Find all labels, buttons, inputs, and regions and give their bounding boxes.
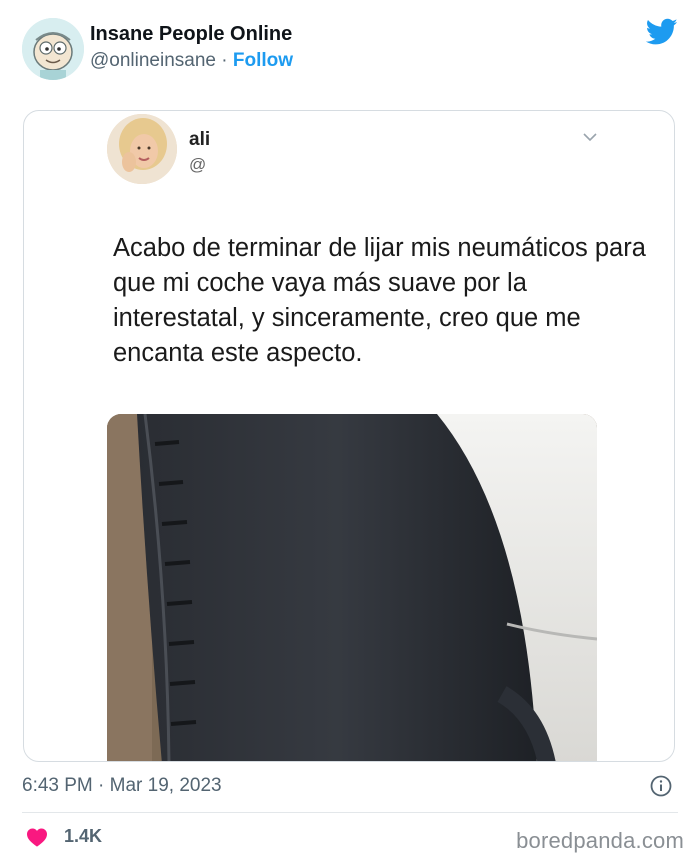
chevron-down-icon[interactable]	[582, 131, 598, 143]
embedded-tweet-avatar[interactable]	[107, 114, 177, 184]
boredpanda-watermark: boredpanda.com	[516, 828, 684, 853]
person-photo-icon	[107, 114, 177, 184]
cartoon-face-icon	[22, 18, 84, 80]
account-handle[interactable]: @onlineinsane	[90, 50, 216, 71]
embedded-tweet-card[interactable]: ali @ Acabo de terminar de lijar mis neu…	[23, 110, 675, 762]
tweet-timestamp[interactable]: 6:43 PM · Mar 19, 2023	[22, 775, 222, 797]
embedded-tweet-handle[interactable]: @	[189, 155, 206, 175]
heart-icon[interactable]	[26, 827, 48, 847]
tire-photo[interactable]	[107, 414, 597, 761]
separator: ·	[216, 50, 233, 71]
info-icon[interactable]	[650, 775, 672, 797]
account-display-name[interactable]: Insane People Online	[90, 23, 292, 46]
like-count[interactable]: 1.4K	[64, 826, 102, 847]
account-handle-line: @onlineinsane · Follow	[90, 50, 293, 72]
embedded-tweet-name[interactable]: ali	[189, 129, 210, 151]
twitter-bird-icon[interactable]	[646, 18, 678, 46]
divider	[22, 812, 678, 813]
embedded-tweet-text: Acabo de terminar de lijar mis neumático…	[113, 234, 646, 367]
car-tire-photo-icon	[107, 414, 597, 761]
account-avatar[interactable]	[22, 18, 84, 80]
follow-button[interactable]: Follow	[233, 50, 293, 71]
